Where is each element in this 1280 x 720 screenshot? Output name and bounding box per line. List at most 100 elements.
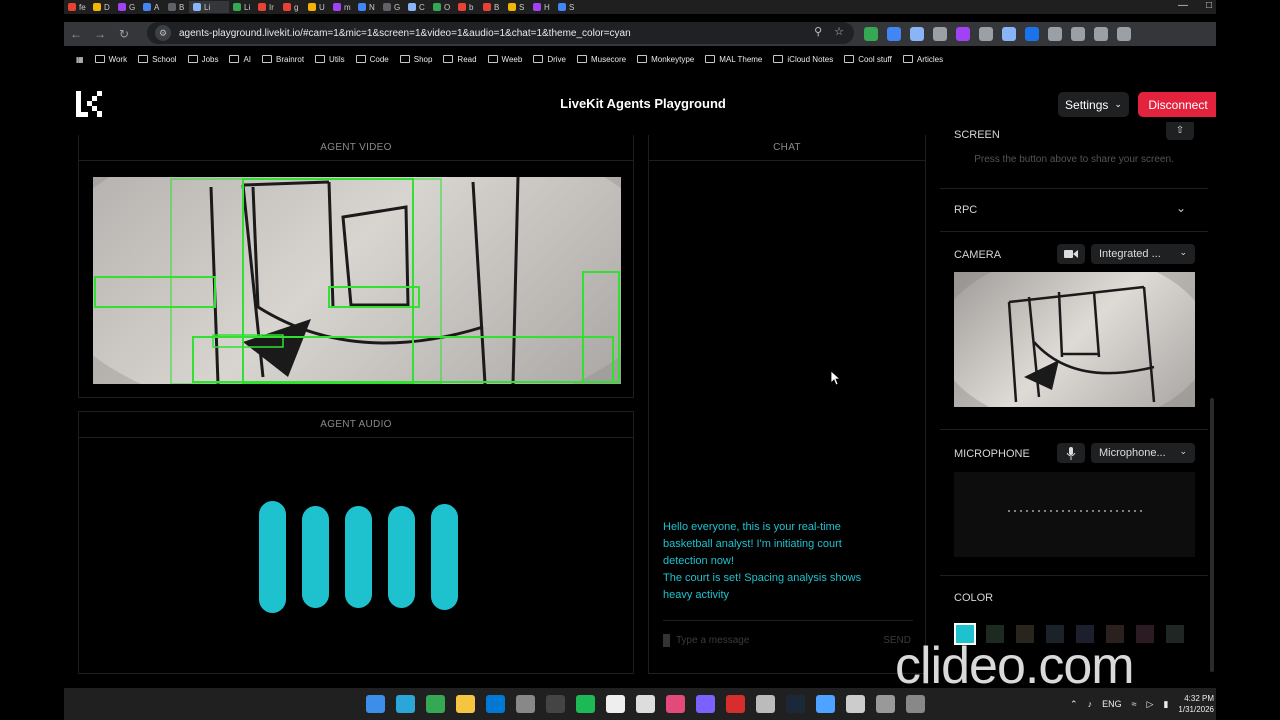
minimize-icon[interactable]: — [1178,0,1188,12]
extension-icon[interactable] [1094,27,1108,41]
bookmark-item[interactable]: School [138,55,177,64]
mic-toggle-icon[interactable] [663,634,670,647]
browser-tab[interactable]: C [404,1,429,13]
browser-tab[interactable]: B [479,1,504,13]
taskbar-app-icon[interactable] [846,695,865,713]
extension-icon[interactable] [1071,27,1085,41]
browser-tab[interactable]: O [429,1,454,13]
extension-icon[interactable] [1002,27,1016,41]
browser-tab[interactable]: Ir [254,1,279,13]
browser-tab[interactable]: m [329,1,354,13]
chevron-up-icon[interactable]: ⌃ [1070,699,1078,710]
extension-icon[interactable] [933,27,947,41]
taskbar-app-icon[interactable] [666,695,685,713]
bookmark-item[interactable]: AI [229,55,251,64]
browser-tab[interactable]: b [454,1,479,13]
browser-tab[interactable]: S [554,1,579,13]
forward-icon[interactable]: → [88,27,112,41]
bookmark-item[interactable]: Cool stuff [844,55,892,64]
taskbar-app-icon[interactable] [546,695,565,713]
taskbar-app-icon[interactable] [576,695,595,713]
site-info-icon[interactable]: ⚙ [155,25,171,41]
taskbar-app-icon[interactable] [636,695,655,713]
extension-icon[interactable] [864,27,878,41]
taskbar-app-icon[interactable] [486,695,505,713]
disconnect-button[interactable]: Disconnect [1138,92,1216,117]
taskbar-app-icon[interactable] [726,695,745,713]
battery-icon[interactable]: ▮ [1163,699,1168,710]
taskbar-app-icon[interactable] [876,695,895,713]
bookmark-star-icon[interactable]: ☆ [834,25,844,38]
bookmark-item[interactable]: Musecore [576,55,626,64]
chat-input[interactable] [676,635,884,646]
bookmark-item[interactable]: Monkeytype [637,55,694,64]
browser-tab[interactable]: D [89,1,114,13]
taskbar-app-icon[interactable] [816,695,835,713]
browser-tab[interactable]: A [139,1,164,13]
settings-button[interactable]: Settings ⌄ [1058,92,1129,117]
browser-tab[interactable]: G [114,1,139,13]
browser-tab[interactable]: g [279,1,304,13]
bookmark-item[interactable]: iCloud Notes [773,55,833,64]
taskbar-app-icon[interactable] [756,695,775,713]
zoom-icon[interactable]: ⚲ [814,25,822,38]
bookmark-item[interactable]: Jobs [187,55,218,64]
taskbar-app-icon[interactable] [456,695,475,713]
bookmark-item[interactable]: MAL Theme [705,55,762,64]
bookmark-item[interactable]: Articles [902,55,943,64]
chevron-down-icon[interactable]: ⌄ [1176,201,1186,215]
browser-tab[interactable]: S [504,1,529,13]
taskbar-app-icon[interactable] [366,695,385,713]
bookmark-item[interactable]: Utils [315,55,345,64]
extension-icon[interactable] [887,27,901,41]
reload-icon[interactable]: ↻ [112,27,136,41]
bookmark-item[interactable]: Shop [399,55,432,64]
back-icon[interactable]: ← [64,27,88,41]
browser-tab[interactable]: H [529,1,554,13]
extension-icon[interactable] [979,27,993,41]
browser-tab[interactable]: U [304,1,329,13]
taskbar-app-icon[interactable] [396,695,415,713]
taskbar-app-icon[interactable] [606,695,625,713]
taskbar-app-icon[interactable] [906,695,925,713]
browser-tab[interactable]: N [354,1,379,13]
taskbar-app-icon[interactable] [696,695,715,713]
taskbar-app-icon[interactable] [786,695,805,713]
camera-device-select[interactable]: Integrated ... ⌄ [1091,244,1195,264]
language-indicator[interactable]: ENG [1102,699,1122,709]
volume-icon[interactable]: ▷ [1147,699,1154,710]
browser-tab[interactable]: Li [189,1,229,13]
bookmark-item[interactable]: Code [355,55,389,64]
sidebar-scrollbar[interactable] [1210,398,1214,672]
color-swatch[interactable] [1136,625,1154,643]
url-text[interactable]: agents-playground.livekit.io/#cam=1&mic=… [179,28,631,39]
browser-tab[interactable]: Li [229,1,254,13]
browser-tab[interactable]: B [164,1,189,13]
extension-icon[interactable] [1117,27,1131,41]
color-swatch[interactable] [1166,625,1184,643]
bookmark-item[interactable]: Drive [533,55,566,64]
extension-icon[interactable] [1048,27,1062,41]
bookmark-item[interactable]: Read [443,55,477,64]
extension-icon[interactable] [910,27,924,41]
clock[interactable]: 4:32 PM 1/31/2026 [1178,693,1214,715]
microphone-tray-icon[interactable]: ♪ [1088,699,1093,709]
rpc-section[interactable]: RPC ⌄ [940,189,1208,232]
browser-tab[interactable]: fe [64,1,89,13]
microphone-toggle-button[interactable] [1057,443,1085,463]
bookmark-item[interactable]: Work [94,55,127,64]
microphone-device-select[interactable]: Microphone... ⌄ [1091,443,1195,463]
browser-tab[interactable]: G [379,1,404,13]
taskbar-app-icon[interactable] [516,695,535,713]
camera-toggle-button[interactable] [1057,244,1085,264]
share-screen-button[interactable]: ⇧ [1166,122,1194,140]
maximize-icon[interactable]: □ [1206,0,1212,12]
apps-icon[interactable]: ▦ [76,55,84,64]
omnibox[interactable]: ⚙ agents-playground.livekit.io/#cam=1&mi… [147,22,854,44]
bookmark-item[interactable]: Weeb [487,55,522,64]
bookmark-item[interactable]: Brainrot [262,55,304,64]
wifi-icon[interactable]: ≈ [1132,699,1137,709]
taskbar-app-icon[interactable] [426,695,445,713]
extension-icon[interactable] [1025,27,1039,41]
extension-icon[interactable] [956,27,970,41]
